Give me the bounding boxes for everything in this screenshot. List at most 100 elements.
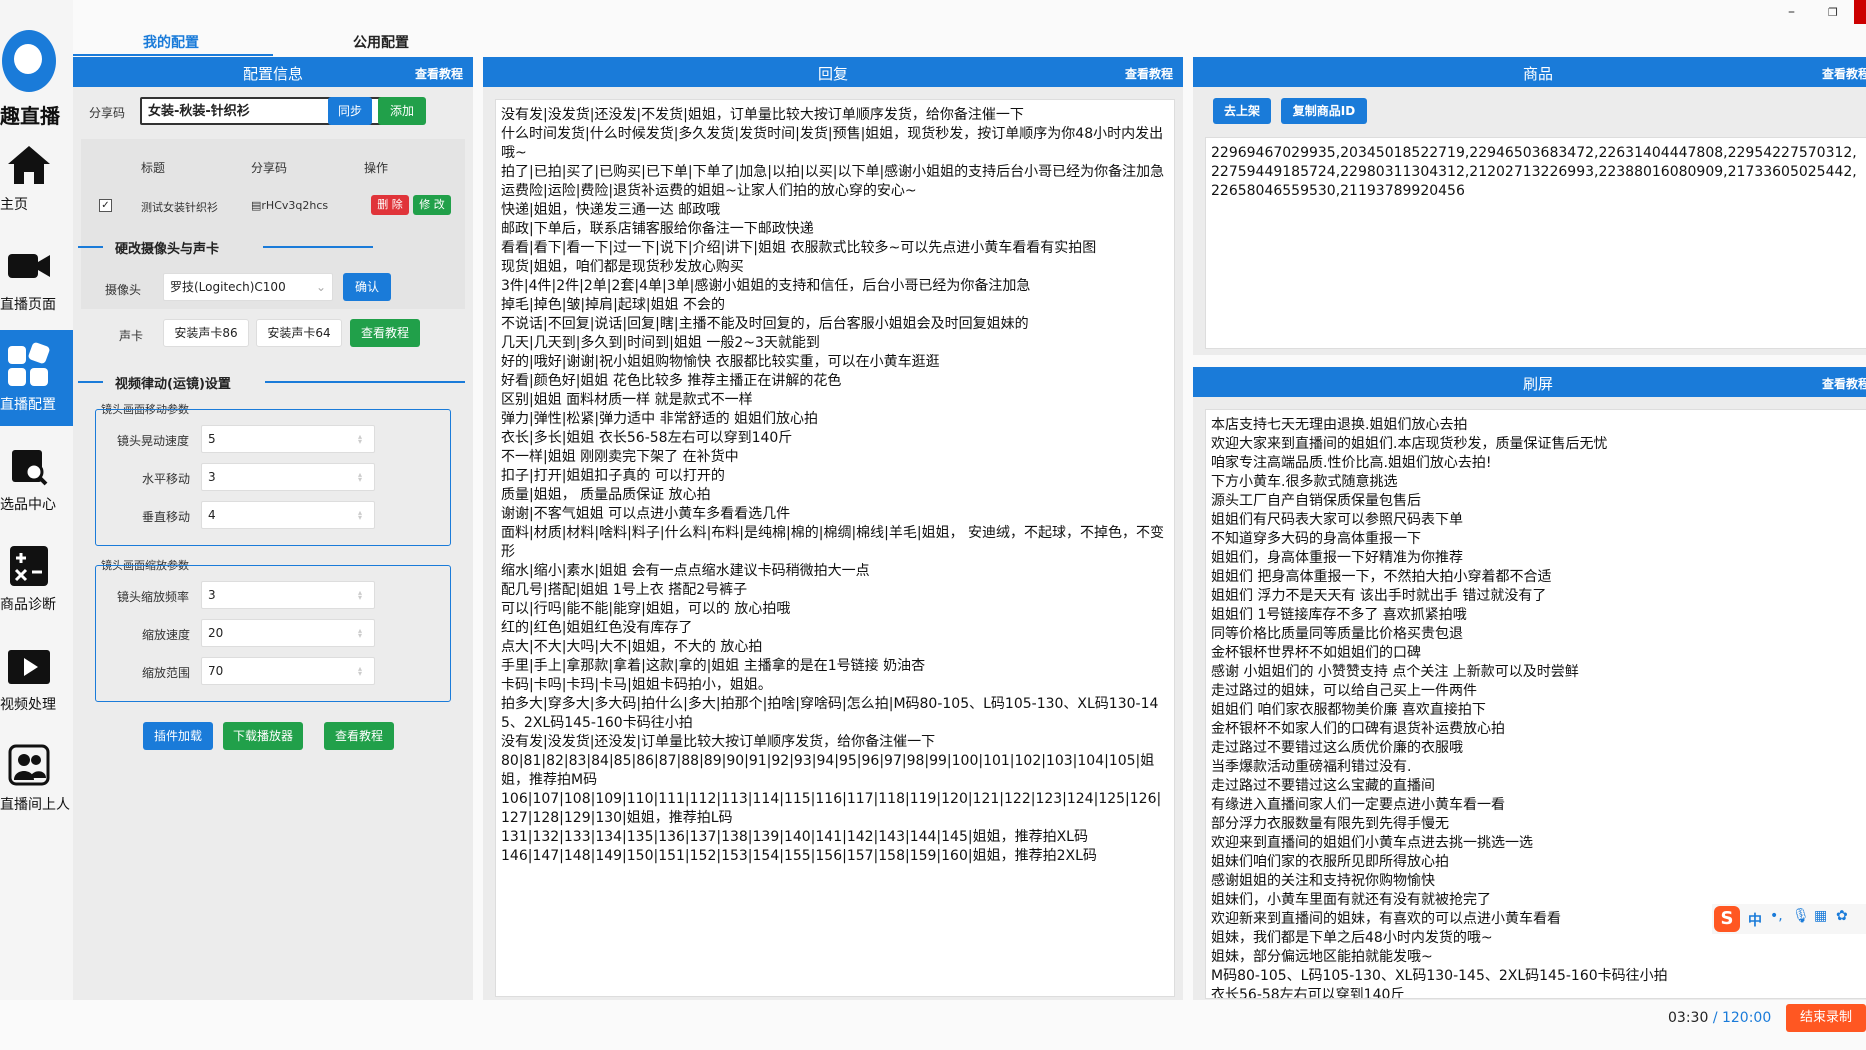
row-edit-button[interactable]: 修 改 xyxy=(413,195,451,215)
sidebar-item-product-diagnose[interactable]: 商品诊断 xyxy=(0,530,73,626)
video-tutorial-button[interactable]: 查看教程 xyxy=(324,722,394,750)
h-move-value: 3 xyxy=(208,470,216,484)
zoom-freq-input[interactable]: 3 ▴ ▾ xyxy=(201,581,375,609)
zoom-speed-label: 缩放速度 xyxy=(142,628,191,642)
zoom-freq-value: 3 xyxy=(208,588,216,602)
download-player-button[interactable]: 下载播放器 xyxy=(223,722,303,750)
punctuation-icon[interactable]: •, xyxy=(1770,908,1783,924)
tab-my-config[interactable]: 我的配置 xyxy=(143,32,199,52)
reply-panel-body: 没有发|没发货|还没发|不发货|姐姐，订单量比较大按订单顺序发货，给你备注催一下… xyxy=(483,87,1200,1050)
microphone-icon[interactable]: 🎙 xyxy=(1792,908,1810,924)
camera-icon xyxy=(8,254,50,278)
zoom-speed-input[interactable]: 20 ▴ ▾ xyxy=(201,619,375,647)
zoom-range-value: 70 xyxy=(208,664,224,678)
grid-icon xyxy=(8,342,50,386)
row-delete-button[interactable]: 删 除 xyxy=(371,195,409,215)
sogou-ime-icon[interactable]: S xyxy=(1714,906,1740,932)
copy-icon[interactable]: ▤ xyxy=(251,199,261,212)
product-ids-textarea[interactable]: 22969467029935,20345018522719,2294650368… xyxy=(1205,137,1866,349)
h-move-input[interactable]: 3 ▴ ▾ xyxy=(201,463,375,491)
move-speed-input[interactable]: 5 ▴ ▾ xyxy=(201,425,375,453)
reply-panel-header: 回复 查看教程 xyxy=(483,57,1183,87)
section-divider xyxy=(78,246,103,248)
config-panel-body: 分享码 女装-秋装-针织衫 同步 添加 标题 分享码 操作 ✓ 测试女装针织衫 … xyxy=(73,87,473,1050)
spinner-icon[interactable]: ▴ ▾ xyxy=(358,665,366,678)
sidebar-item-label: 商品诊断 xyxy=(0,597,56,613)
sync-button[interactable]: 同步 xyxy=(328,97,372,125)
camera-select[interactable]: 罗技(Logitech)C100 ⌄ xyxy=(163,273,333,301)
home-icon xyxy=(8,146,50,184)
spinner-icon[interactable]: ▴ ▾ xyxy=(358,433,366,446)
config-tutorial-link[interactable]: 查看教程 xyxy=(415,65,463,82)
sidebar-item-label: 直播配置 xyxy=(0,397,56,413)
spinner-icon[interactable]: ▴ ▾ xyxy=(358,509,366,522)
table-header-title: 标题 xyxy=(141,161,166,175)
sidebar-item-live-page[interactable]: 直播页面 xyxy=(0,230,73,326)
install-sound-86-button[interactable]: 安装声卡86 xyxy=(163,319,249,347)
row-title: 测试女装针织衫 xyxy=(141,201,218,214)
end-recording-button[interactable]: 结束录制 xyxy=(1786,1004,1866,1032)
diagnose-icon xyxy=(10,546,48,586)
close-button[interactable] xyxy=(1854,0,1866,24)
sidebar-item-product-select[interactable]: 选品中心 xyxy=(0,430,73,526)
camera-select-value: 罗技(Logitech)C100 xyxy=(170,280,286,294)
add-button[interactable]: 添加 xyxy=(378,97,426,125)
video-motion-section-title: 视频律动(运镜)设置 xyxy=(115,377,231,392)
ime-toolbar[interactable]: S 中 •, 🎙 ▦ ✿ xyxy=(1712,904,1866,934)
people-icon xyxy=(8,744,50,786)
brush-panel-title: 刷屏 xyxy=(1522,375,1553,393)
ime-lang-toggle[interactable]: 中 xyxy=(1748,910,1762,930)
minimize-button[interactable]: – xyxy=(1788,4,1795,20)
search-bag-icon xyxy=(12,450,48,486)
sidebar-item-live-config[interactable]: 直播配置 xyxy=(0,330,73,426)
reply-rules-textarea[interactable]: 没有发|没发货|还没发|不发货|姐姐，订单量比较大按订单顺序发货，给你备注催一下… xyxy=(495,99,1175,997)
zoom-freq-label: 镜头缩放频率 xyxy=(117,590,190,604)
keyboard-icon[interactable]: ▦ xyxy=(1814,908,1827,924)
v-move-value: 4 xyxy=(208,508,216,522)
install-sound-64-button[interactable]: 安装声卡64 xyxy=(256,319,342,347)
product-panel-body: 去上架 复制商品ID 22969467029935,20345018522719… xyxy=(1193,87,1866,355)
sidebar-item-video-process[interactable]: 视频处理 xyxy=(0,630,73,726)
camera-confirm-button[interactable]: 确认 xyxy=(343,273,391,301)
spinner-icon[interactable]: ▴ ▾ xyxy=(358,471,366,484)
spinner-icon[interactable]: ▴ ▾ xyxy=(358,627,366,640)
sound-card-label: 声卡 xyxy=(119,329,144,343)
sidebar-item-label: 主页 xyxy=(0,197,28,213)
sidebar-item-live-audience[interactable]: 直播间上人 xyxy=(0,730,73,826)
brush-tutorial-link[interactable]: 查看教程 xyxy=(1822,375,1866,392)
table-header-code: 分享码 xyxy=(251,161,288,175)
table-row: ✓ 测试女装针织衫 ▤rHCv3q2hcs 删 除 修 改 xyxy=(81,189,465,223)
hardware-section-title: 硬改摄像头与声卡 xyxy=(115,242,220,257)
plugin-load-button[interactable]: 插件加载 xyxy=(143,722,213,750)
sidebar-item-home[interactable]: 主页 xyxy=(0,130,73,226)
camera-label: 摄像头 xyxy=(105,283,142,297)
footer-bar xyxy=(0,1000,1866,1050)
product-panel-header: 商品 查看教程 xyxy=(1193,57,1866,87)
v-move-input[interactable]: 4 ▴ ▾ xyxy=(201,501,375,529)
copy-product-id-button[interactable]: 复制商品ID xyxy=(1281,98,1367,124)
brush-panel-header: 刷屏 查看教程 xyxy=(1193,367,1866,397)
logo-icon xyxy=(2,30,56,92)
tab-public-config[interactable]: 公用配置 xyxy=(353,32,409,52)
reply-tutorial-link[interactable]: 查看教程 xyxy=(1125,65,1173,82)
zoom-speed-value: 20 xyxy=(208,626,224,640)
section-divider xyxy=(78,381,103,383)
row-code: ▤rHCv3q2hcs xyxy=(251,199,328,212)
record-time-elapsed: 03:30 xyxy=(1668,1010,1709,1026)
spinner-icon[interactable]: ▴ ▾ xyxy=(358,589,366,602)
h-move-label: 水平移动 xyxy=(142,472,191,486)
share-code-label: 分享码 xyxy=(89,106,126,120)
tab-underline xyxy=(73,54,273,56)
hardware-tutorial-button[interactable]: 查看教程 xyxy=(350,319,420,347)
product-tutorial-link[interactable]: 查看教程 xyxy=(1822,65,1866,82)
row-checkbox[interactable]: ✓ xyxy=(99,199,112,212)
sidebar-item-label: 直播间上人 xyxy=(0,797,70,813)
zoom-range-label: 缩放范围 xyxy=(142,666,191,680)
video-icon xyxy=(8,650,50,684)
table-header-action: 操作 xyxy=(364,161,389,175)
restore-button[interactable]: ❐ xyxy=(1828,6,1838,19)
skin-icon[interactable]: ✿ xyxy=(1836,908,1848,924)
list-product-button[interactable]: 去上架 xyxy=(1213,98,1271,124)
zoom-range-input[interactable]: 70 ▴ ▾ xyxy=(201,657,375,685)
sidebar: 趣直播 主页 直播页面 直播配置 选品中心 商品诊断 视频处理 直播间上人 xyxy=(0,0,73,1050)
